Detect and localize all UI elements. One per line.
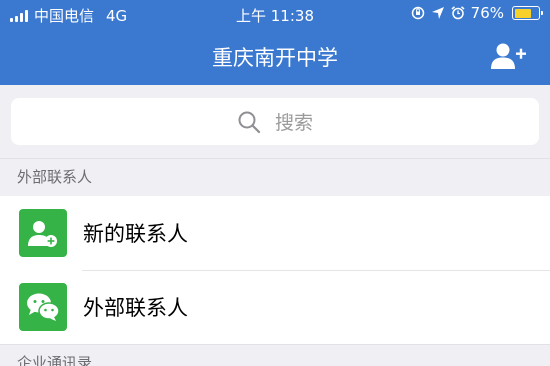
search-icon — [238, 111, 261, 133]
battery-icon — [512, 6, 543, 20]
contact-list: 新的联系人 外部联系人 — [0, 196, 550, 344]
section-header-external: 外部联系人 — [0, 158, 550, 195]
list-item-external-contacts[interactable]: 外部联系人 — [0, 270, 550, 344]
search-input[interactable]: 搜索 — [11, 98, 539, 145]
wechat-icon — [19, 283, 67, 331]
battery-fill — [514, 8, 532, 18]
nav-bar: 重庆南开中学 — [0, 28, 550, 85]
list-item-label: 新的联系人 — [83, 222, 188, 246]
battery-percent: 76% — [470, 4, 504, 22]
status-bar: 中国电信 4G 上午 11:38 76% — [0, 0, 550, 28]
list-item-new-contact[interactable]: 新的联系人 — [0, 196, 550, 270]
new-contact-icon — [19, 209, 67, 257]
search-placeholder: 搜索 — [274, 112, 313, 134]
search-area: 搜索 — [0, 85, 550, 158]
alarm-icon — [451, 6, 465, 20]
list-item-label: 外部联系人 — [83, 296, 188, 320]
status-right: 76% — [411, 4, 543, 22]
orientation-lock-icon — [411, 6, 424, 20]
location-icon — [431, 7, 444, 19]
add-contact-icon[interactable] — [490, 42, 526, 70]
page-title: 重庆南开中学 — [212, 46, 338, 70]
section-header-directory: 企业通讯录 — [0, 344, 550, 366]
